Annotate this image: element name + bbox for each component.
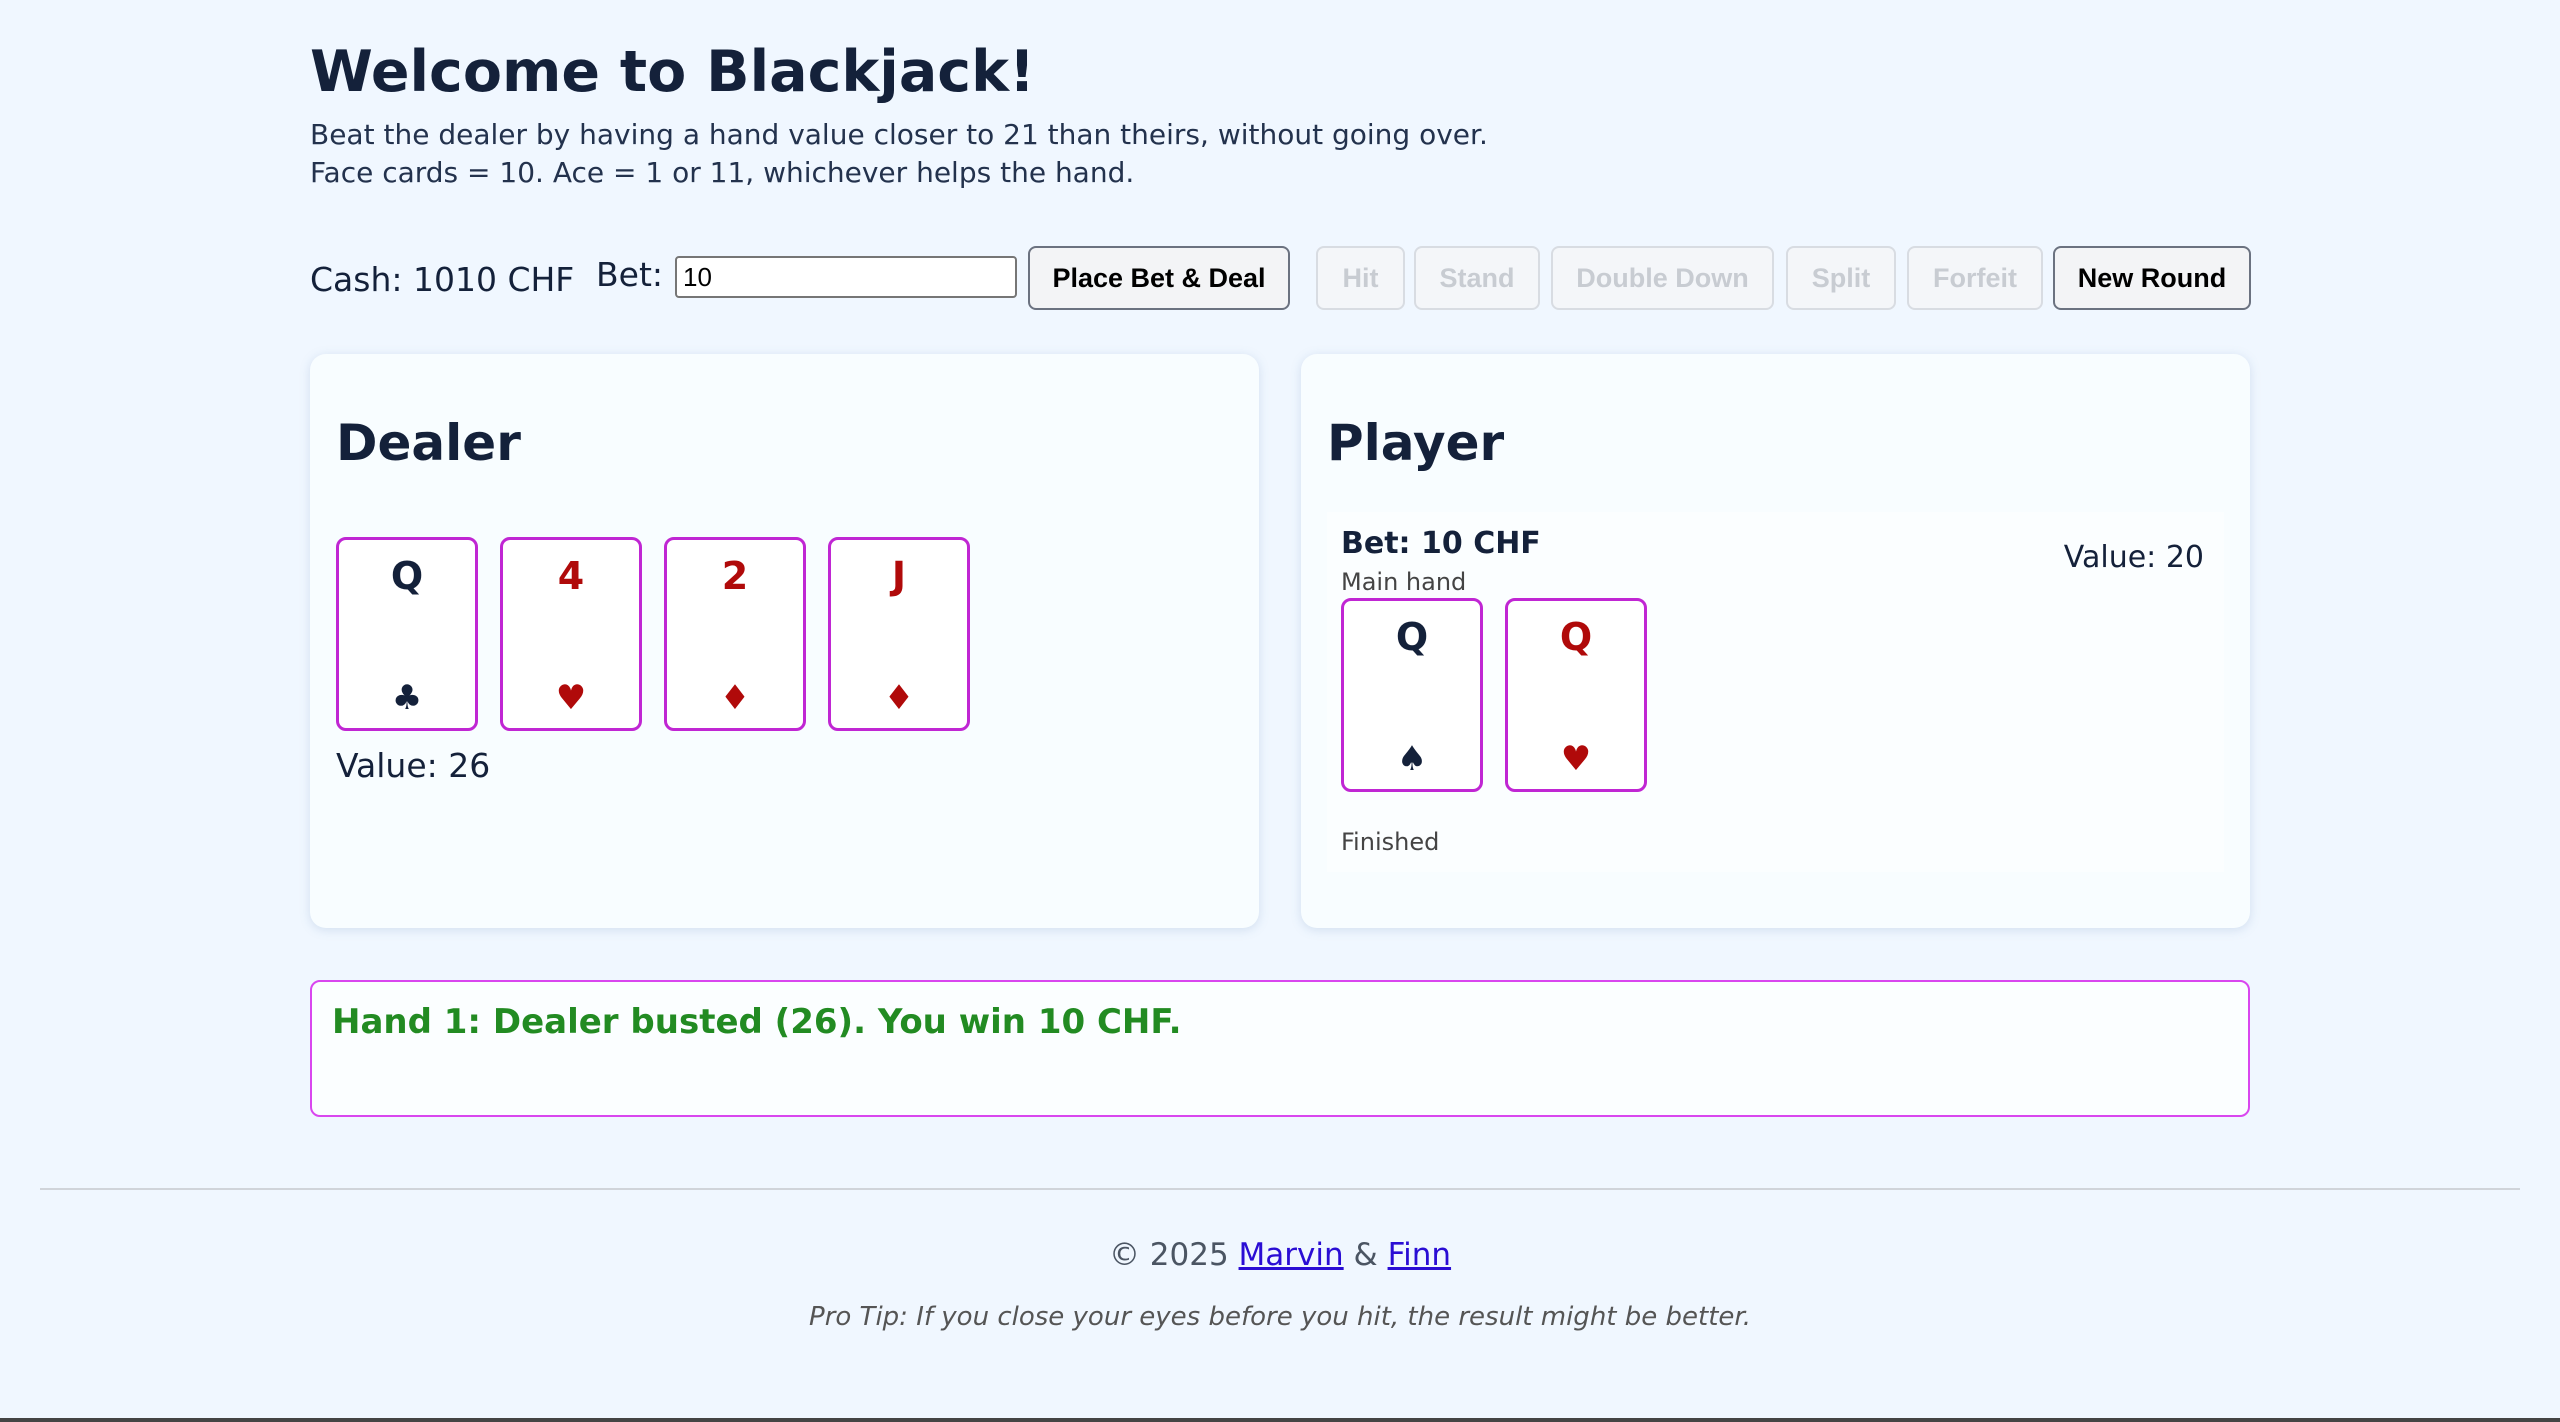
spade-icon: ♠	[1396, 739, 1428, 779]
card-rank: Q	[390, 554, 424, 598]
heart-icon: ♥	[1560, 739, 1592, 779]
player-card: Q ♠	[1341, 598, 1483, 792]
author-link-finn[interactable]: Finn	[1388, 1237, 1451, 1273]
result-message-box: Hand 1: Dealer busted (26). You win 10 C…	[310, 980, 2250, 1117]
dealer-hand-value: Value: 26	[336, 746, 491, 785]
card-rank: 4	[557, 554, 585, 598]
dealer-card: J ♦	[828, 537, 970, 731]
dealer-panel: Dealer Q ♣ 4 ♥ 2 ♦ J ♦ Value: 26	[310, 354, 1259, 928]
card-rank: Q	[1395, 615, 1429, 659]
card-rank: J	[891, 554, 907, 598]
player-hand-value: Value: 20	[2063, 540, 2204, 575]
player-title: Player	[1327, 414, 1505, 472]
pro-tip: Pro Tip: If you close your eyes before y…	[809, 1302, 1751, 1332]
diamond-icon: ♦	[719, 678, 751, 718]
card-rank: 2	[721, 554, 749, 598]
club-icon: ♣	[391, 678, 423, 718]
split-button[interactable]: Split	[1786, 246, 1896, 310]
intro-line-rules: Beat the dealer by having a hand value c…	[310, 118, 1488, 151]
hand-label: Main hand	[1341, 568, 1467, 596]
cash-display: Cash: 1010 CHF	[310, 260, 575, 299]
page-title: Welcome to Blackjack!	[310, 39, 1035, 105]
stand-button[interactable]: Stand	[1414, 246, 1540, 310]
forfeit-button[interactable]: Forfeit	[1907, 246, 2043, 310]
result-message: Hand 1: Dealer busted (26). You win 10 C…	[332, 1002, 1182, 1042]
footer-divider	[40, 1188, 2520, 1190]
place-bet-deal-button[interactable]: Place Bet & Deal	[1028, 246, 1290, 310]
player-card: Q ♥	[1505, 598, 1647, 792]
bottom-border	[0, 1418, 2560, 1422]
copyright-text: © 2025	[1108, 1237, 1229, 1273]
bet-input[interactable]	[675, 256, 1017, 298]
hand-bet: Bet: 10 CHF	[1341, 526, 1541, 561]
hit-button[interactable]: Hit	[1316, 246, 1405, 310]
dealer-card: 2 ♦	[664, 537, 806, 731]
new-round-button[interactable]: New Round	[2053, 246, 2251, 310]
dealer-card: 4 ♥	[500, 537, 642, 731]
controls-bar: Cash: 1010 CHF Bet: Place Bet & Deal Hit…	[310, 246, 2251, 312]
author-link-marvin[interactable]: Marvin	[1239, 1237, 1344, 1273]
dealer-card: Q ♣	[336, 537, 478, 731]
player-panel: Player Bet: 10 CHF Main hand Value: 20 Q…	[1301, 354, 2250, 928]
hand-status: Finished	[1341, 828, 1440, 856]
card-rank: Q	[1559, 615, 1593, 659]
footer-credits: © 2025 Marvin & Finn	[0, 1237, 2560, 1273]
intro-line-values: Face cards = 10. Ace = 1 or 11, whicheve…	[310, 156, 1135, 189]
dealer-title: Dealer	[336, 414, 521, 472]
intro-text: Beat the dealer by having a hand value c…	[310, 116, 1488, 192]
diamond-icon: ♦	[883, 678, 915, 718]
player-hand: Bet: 10 CHF Main hand Value: 20 Q ♠ Q ♥ …	[1327, 512, 2224, 872]
double-down-button[interactable]: Double Down	[1551, 246, 1774, 310]
heart-icon: ♥	[555, 678, 587, 718]
bet-label: Bet:	[596, 255, 663, 294]
ampersand: &	[1353, 1237, 1378, 1273]
